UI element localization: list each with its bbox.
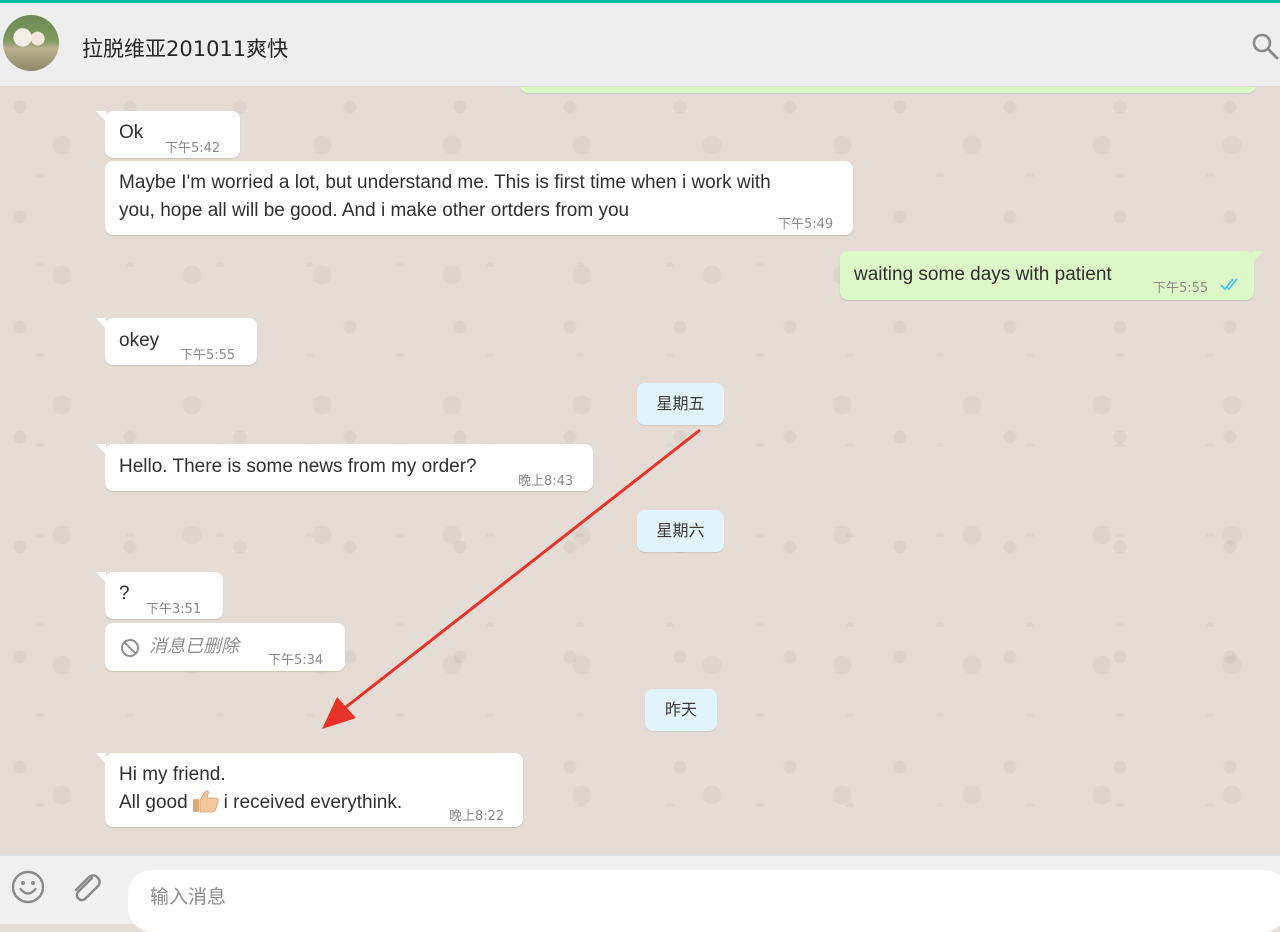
message-list[interactable]: Ok 下午5:42 Maybe I'm worried a lot, but u… <box>0 87 1280 855</box>
search-icon[interactable] <box>1250 31 1280 61</box>
message-text: i received everythink. <box>223 792 403 813</box>
message-text-line: All good i received everythink. <box>119 789 402 817</box>
date-divider: 昨天 <box>645 689 717 731</box>
message-time: 晚上8:22 <box>449 809 505 824</box>
date-divider: 星期五 <box>637 383 724 425</box>
deleted-message-bubble[interactable]: 消息已删除 下午5:34 <box>105 623 345 671</box>
message-bubble[interactable]: Ok 下午5:42 <box>96 111 240 158</box>
message-time: 下午5:42 <box>165 141 221 156</box>
message-bubble-outgoing[interactable]: waiting some days with patient 下午5:55 <box>840 251 1263 300</box>
message-text: waiting some days with patient <box>854 264 1112 285</box>
message-text: okey <box>119 330 160 351</box>
message-bubble[interactable]: Hello. There is some news from my order?… <box>96 444 593 491</box>
message-bubble[interactable]: Maybe I'm worried a lot, but understand … <box>105 161 853 235</box>
chat-header: 拉脱维亚201011爽快 <box>0 3 1280 87</box>
message-time: 下午3:51 <box>146 602 202 617</box>
message-bubble[interactable]: okey 下午5:55 <box>96 318 257 365</box>
message-time: 下午5:55 <box>180 348 236 363</box>
message-time: 晚上8:43 <box>518 474 574 489</box>
message-text: Maybe I'm worried a lot, but understand … <box>119 172 771 193</box>
message-text: ? <box>119 583 130 604</box>
message-text: Hello. There is some news from my order? <box>119 456 477 477</box>
date-divider: 星期六 <box>637 510 724 552</box>
previous-outgoing-bubble-edge <box>520 87 1256 93</box>
message-text: Hi my friend. <box>119 764 226 785</box>
message-bubble[interactable]: ? 下午3:51 <box>96 572 223 619</box>
emoji-icon[interactable] <box>10 869 46 905</box>
deleted-message-text: 消息已删除 <box>149 636 239 657</box>
paperclip-icon[interactable] <box>68 869 102 905</box>
compose-bar <box>0 855 1280 932</box>
message-text: you, hope all will be good. And i make o… <box>119 200 630 221</box>
read-ticks-icon <box>1220 278 1238 291</box>
message-time: 下午5:34 <box>268 653 324 668</box>
message-time: 下午5:49 <box>778 217 834 232</box>
message-text: All good <box>119 792 188 813</box>
blocked-icon <box>121 639 139 657</box>
message-bubble[interactable]: Hi my friend. All good i received everyt… <box>96 753 523 827</box>
message-input[interactable] <box>128 870 1280 932</box>
message-time: 下午5:55 <box>1153 281 1209 296</box>
message-text: Ok <box>119 122 144 143</box>
thumbs-up-emoji-icon <box>192 790 219 813</box>
contact-avatar[interactable] <box>3 15 59 71</box>
contact-name[interactable]: 拉脱维亚201011爽快 <box>82 33 288 63</box>
